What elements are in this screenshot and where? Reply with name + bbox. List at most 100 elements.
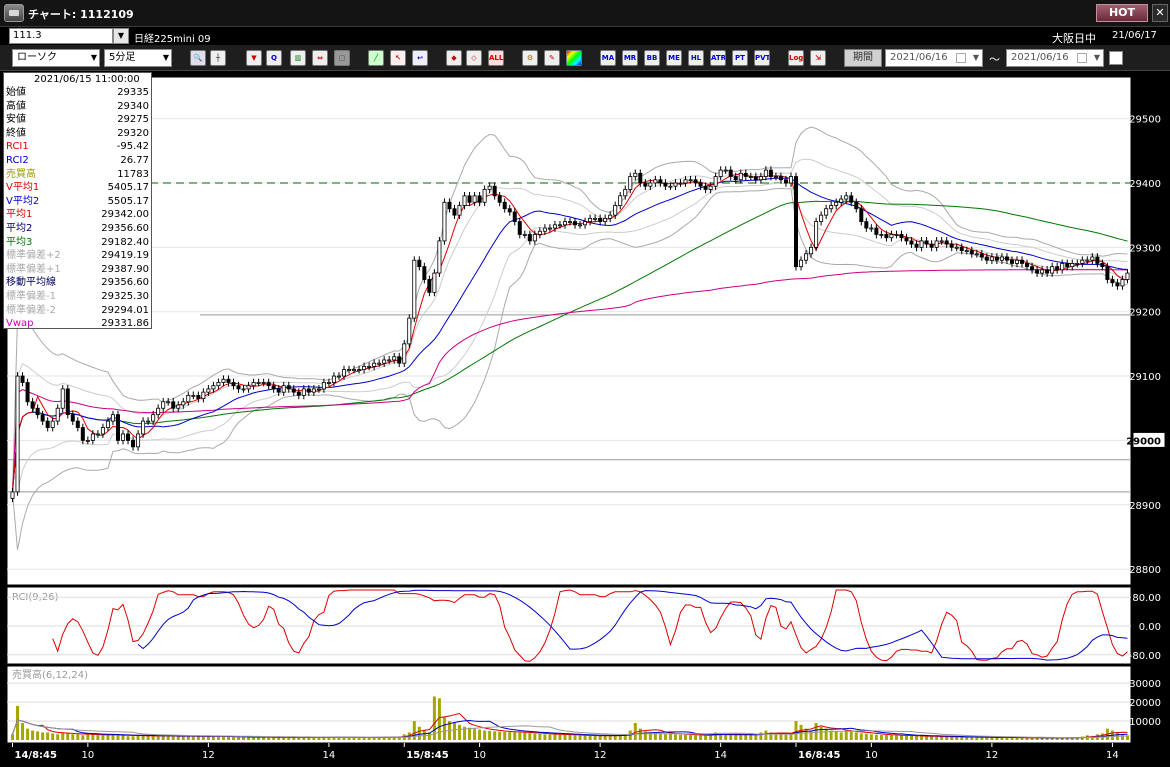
candle-body bbox=[412, 259, 417, 319]
calendar-icon[interactable] bbox=[1077, 53, 1087, 63]
compare-icon[interactable]: ▥ bbox=[290, 50, 306, 66]
info-value: 29320 bbox=[117, 127, 149, 139]
candle-body bbox=[829, 205, 834, 210]
code-input[interactable]: 111.3 bbox=[9, 28, 113, 44]
pointer-icon[interactable]: ↖ bbox=[390, 50, 406, 66]
candle-body bbox=[156, 407, 161, 416]
volume-bar bbox=[412, 721, 416, 740]
candle-body bbox=[844, 195, 849, 200]
sell-icon[interactable]: Q bbox=[266, 50, 282, 66]
date-range-separator: ～ bbox=[989, 53, 1000, 66]
volume-bar bbox=[186, 736, 190, 740]
me-button[interactable]: ME bbox=[666, 50, 682, 66]
candle-body bbox=[186, 394, 191, 403]
candle-body bbox=[804, 253, 809, 261]
candle-body bbox=[678, 182, 683, 185]
date-from-input[interactable]: 2021/06/16 ▼ bbox=[885, 49, 983, 67]
window-title: チャート: 1112109 bbox=[28, 8, 134, 21]
candle-body bbox=[15, 375, 20, 493]
pt-button[interactable]: PT bbox=[732, 50, 748, 66]
time-label: 14 bbox=[323, 750, 336, 761]
all-button[interactable]: ALL bbox=[488, 50, 504, 66]
volume-bar bbox=[206, 736, 210, 740]
volume-bar bbox=[819, 726, 823, 740]
candle-body bbox=[1080, 259, 1085, 264]
candle-body bbox=[487, 185, 492, 190]
volume-bar bbox=[493, 731, 497, 740]
chart-type-select[interactable]: ローソク ▼ bbox=[12, 49, 100, 67]
volume-bar bbox=[226, 736, 230, 740]
pvt-button[interactable]: PVT bbox=[754, 50, 770, 66]
volume-bar bbox=[734, 735, 738, 740]
volume-bar bbox=[784, 734, 788, 740]
candle-body bbox=[1095, 256, 1100, 264]
info-datetime: 2021/06/15 11:00:00 bbox=[34, 74, 140, 85]
ma-button[interactable]: MA bbox=[600, 50, 616, 66]
calendar-icon[interactable] bbox=[956, 53, 966, 63]
buy-icon[interactable]: ▼ bbox=[246, 50, 262, 66]
candle-body bbox=[593, 217, 598, 220]
hl-button[interactable]: HL bbox=[688, 50, 704, 66]
volume-bar bbox=[76, 734, 80, 740]
option-checkbox[interactable] bbox=[1109, 51, 1123, 65]
info-label: 高値 bbox=[6, 100, 26, 112]
info-label: 安値 bbox=[6, 114, 26, 126]
candle-body bbox=[914, 243, 919, 248]
info-label: 平均1 bbox=[6, 209, 33, 221]
candle-body bbox=[35, 407, 40, 416]
title-bar[interactable]: チャート: 1112109 HOT ✕ bbox=[0, 0, 1170, 27]
volume-bar bbox=[699, 735, 703, 740]
candle-body bbox=[573, 221, 578, 226]
volume-bar bbox=[503, 731, 507, 740]
symbol-name: 日経225mini 09 bbox=[134, 34, 211, 45]
atr-button[interactable]: ATR bbox=[710, 50, 726, 66]
chart-area[interactable]: 29500 29400 29300 29200 29100 29000 28900 28800… bbox=[0, 72, 1170, 767]
arrow-icon[interactable]: ↩ bbox=[412, 50, 428, 66]
volume-bar bbox=[874, 734, 878, 740]
tools-icon[interactable]: ✎ bbox=[544, 50, 560, 66]
color-icon[interactable] bbox=[566, 50, 582, 66]
time-label: 10 bbox=[865, 750, 878, 761]
candle-body bbox=[1025, 263, 1030, 268]
candle-body bbox=[643, 182, 648, 187]
candle-body bbox=[869, 227, 874, 230]
candle-body bbox=[1020, 259, 1025, 264]
info-row: 平均1 29342.00 bbox=[6, 208, 151, 221]
order2-icon[interactable]: ◇ bbox=[466, 50, 482, 66]
volume-bar bbox=[809, 730, 813, 740]
mr-button[interactable]: MR bbox=[622, 50, 638, 66]
log-button[interactable]: Log bbox=[788, 50, 804, 66]
settings-icon[interactable]: ⚙ bbox=[522, 50, 538, 66]
scale-icon[interactable]: ⇔ bbox=[312, 50, 328, 66]
volume-bar bbox=[452, 722, 456, 740]
price-panel bbox=[6, 76, 1132, 586]
hot-button[interactable]: HOT bbox=[1096, 4, 1148, 22]
candle-body bbox=[949, 243, 954, 248]
candle-body bbox=[115, 414, 120, 441]
candle-body bbox=[1050, 266, 1055, 274]
time-label: 15/8:45 bbox=[406, 750, 448, 761]
candle-body bbox=[552, 224, 557, 229]
info-row: 移動平均線 29356.60 bbox=[6, 276, 151, 289]
code-dropdown-arrow-icon[interactable]: ▼ bbox=[113, 28, 129, 44]
export-icon[interactable]: ⇲ bbox=[810, 50, 826, 66]
period-button[interactable]: 期間 bbox=[844, 49, 882, 67]
close-icon[interactable]: ✕ bbox=[1152, 4, 1168, 22]
candle-body bbox=[633, 172, 638, 177]
date-to-input[interactable]: 2021/06/16 ▼ bbox=[1006, 49, 1104, 67]
candle-body bbox=[839, 198, 844, 203]
volume-bar bbox=[950, 736, 954, 740]
order1-icon[interactable]: ◆ bbox=[446, 50, 462, 66]
candle-body bbox=[347, 369, 352, 372]
candle-body bbox=[532, 234, 537, 242]
candle-body bbox=[286, 385, 291, 390]
cursor-icon[interactable]: ┼ bbox=[210, 50, 226, 66]
candle-body bbox=[809, 246, 814, 255]
delete-icon[interactable]: ▢ bbox=[334, 50, 350, 66]
time-label: 10 bbox=[81, 750, 94, 761]
interval-select[interactable]: 5分足 ▼ bbox=[104, 49, 172, 67]
bb-button[interactable]: BB bbox=[644, 50, 660, 66]
candle-body bbox=[648, 182, 653, 187]
draw-line-icon[interactable]: ╱ bbox=[368, 50, 384, 66]
zoom-icon[interactable]: 🔍 bbox=[190, 50, 206, 66]
